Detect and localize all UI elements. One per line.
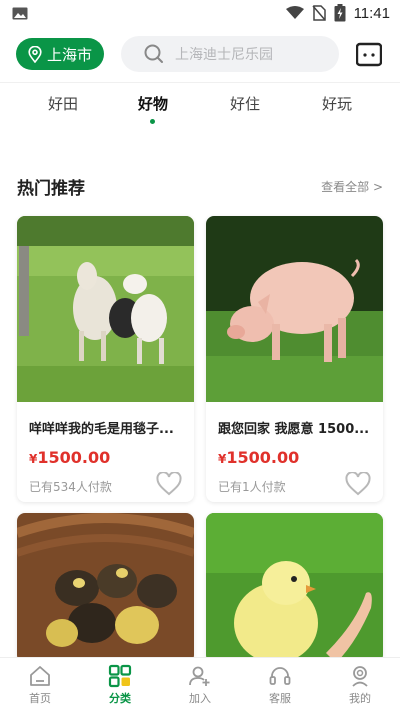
category-tabs: 好田 好物 好住 好玩 (0, 82, 400, 127)
active-tab-indicator (150, 119, 155, 124)
headset-icon (269, 667, 291, 685)
add-user-icon (189, 666, 210, 686)
tab-haowan[interactable]: 好玩 (322, 93, 352, 114)
favorite-heart-icon[interactable] (345, 472, 371, 496)
sales-count: 已有534人付款 (29, 480, 112, 494)
nav-service[interactable]: 客服 (240, 658, 320, 712)
product-image-chick (206, 513, 383, 663)
product-card[interactable]: 跟您回家 我愿意 1500... ¥1500.00 已有1人付款 (206, 216, 383, 502)
wifi-icon (285, 6, 304, 19)
gallery-notification-icon (12, 7, 28, 20)
tab-haotian[interactable]: 好田 (48, 93, 78, 114)
nav-category-label: 分类 (109, 692, 131, 705)
nav-home[interactable]: 首页 (0, 658, 80, 712)
product-card[interactable]: 咩咩咩我的毛是用毯子... ¥1500.00 已有534人付款 (17, 216, 194, 502)
nav-profile-label: 我的 (349, 692, 371, 705)
sales-count: 已有1人付款 (218, 480, 286, 494)
section-title: 热门推荐 (17, 179, 85, 199)
nav-join[interactable]: 加入 (160, 658, 240, 712)
product-image-ducklings (17, 513, 194, 663)
search-placeholder: 上海迪士尼乐园 (175, 47, 273, 63)
see-all-link[interactable]: 查看全部 > (321, 178, 383, 195)
product-image-pig (206, 216, 383, 402)
product-name: 咩咩咩我的毛是用毯子... (29, 422, 174, 437)
city-selector-button[interactable]: 上海市 (16, 38, 104, 70)
price-value: 1500.00 (37, 448, 111, 467)
price-value: 1500.00 (226, 448, 300, 467)
no-sim-icon (311, 5, 326, 21)
favorite-heart-icon[interactable] (156, 472, 182, 496)
status-bar: 11:41 (0, 0, 400, 28)
product-card[interactable] (206, 513, 383, 663)
nav-service-label: 客服 (269, 692, 291, 705)
message-icon[interactable] (356, 42, 382, 68)
location-pin-icon (28, 45, 42, 63)
search-icon (144, 44, 163, 63)
tab-haowu[interactable]: 好物 (138, 93, 168, 114)
product-card[interactable] (17, 513, 194, 663)
city-label: 上海市 (46, 45, 92, 64)
search-bar[interactable]: 上海迪士尼乐园 (121, 36, 339, 72)
bottom-navigation: 首页 分类 加入 客服 我的 (0, 657, 400, 712)
battery-icon (334, 4, 346, 22)
category-icon (108, 664, 132, 688)
nav-home-label: 首页 (29, 692, 51, 705)
clock: 11:41 (353, 4, 390, 22)
product-price: ¥1500.00 (29, 448, 110, 467)
nav-category[interactable]: 分类 (80, 658, 160, 712)
product-price: ¥1500.00 (218, 448, 299, 467)
top-header: 上海市 上海迪士尼乐园 (0, 28, 400, 82)
nav-profile[interactable]: 我的 (320, 658, 400, 712)
product-image-goats (17, 216, 194, 402)
product-name: 跟您回家 我愿意 1500... (218, 422, 370, 437)
nav-join-label: 加入 (189, 692, 211, 705)
tab-haozhu[interactable]: 好住 (230, 93, 260, 114)
profile-icon (352, 666, 368, 687)
home-icon (30, 666, 50, 686)
